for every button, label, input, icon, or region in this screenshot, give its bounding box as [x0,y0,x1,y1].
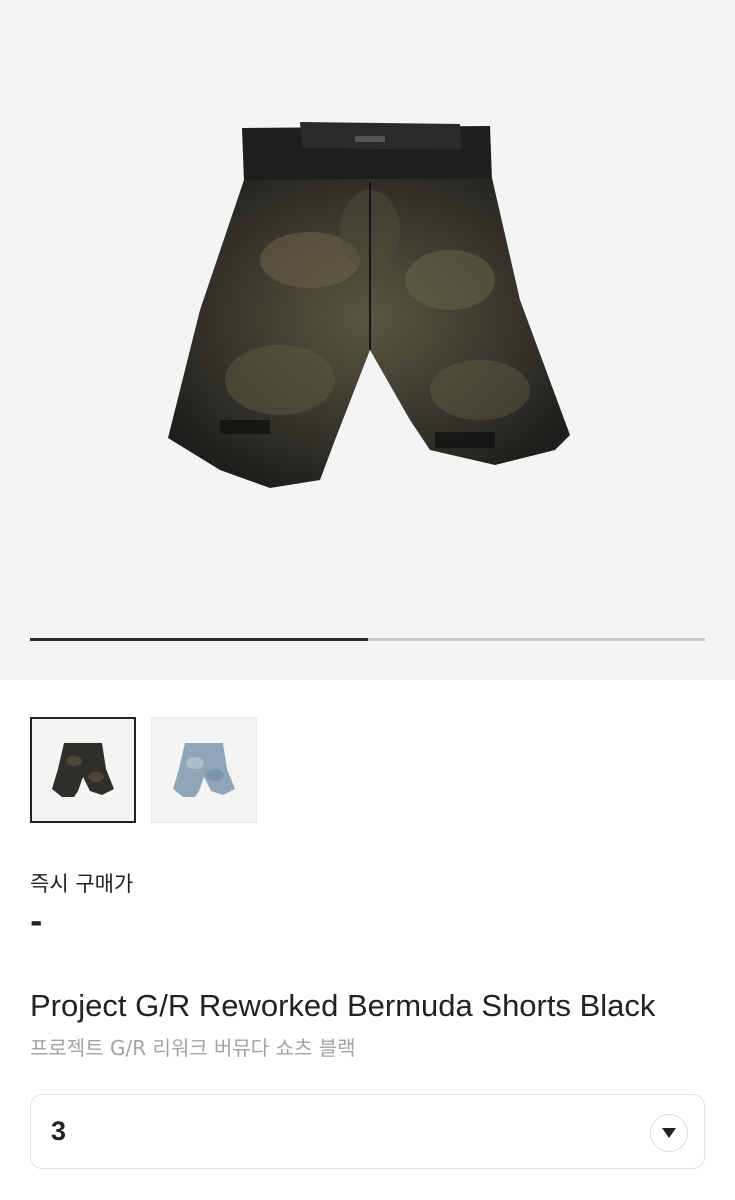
product-title-korean: 프로젝트 G/R 리워크 버뮤다 쇼츠 블랙 [30,1036,356,1060]
instant-buy-price-value: - [30,905,43,940]
thumbnail-black-shorts[interactable] [30,717,136,823]
thumbnail-list [30,717,257,823]
dropdown-button[interactable] [650,1114,688,1152]
size-selected-value: 3 [51,1116,67,1146]
size-select[interactable]: 3 [30,1094,705,1169]
product-image-carousel[interactable] [0,0,735,680]
chevron-down-icon [662,1128,676,1138]
instant-buy-price-label: 즉시 구매가 [30,872,134,896]
thumbnail-blue-shorts[interactable] [151,717,257,823]
thumbnail-image-black [52,743,114,797]
product-image-black-shorts [168,122,570,488]
thumbnail-image-blue [173,743,235,797]
product-title-english: Project G/R Reworked Bermuda Shorts Blac… [30,988,656,1023]
carousel-progress-indicator [30,638,368,641]
carousel-progress-track [30,638,705,641]
